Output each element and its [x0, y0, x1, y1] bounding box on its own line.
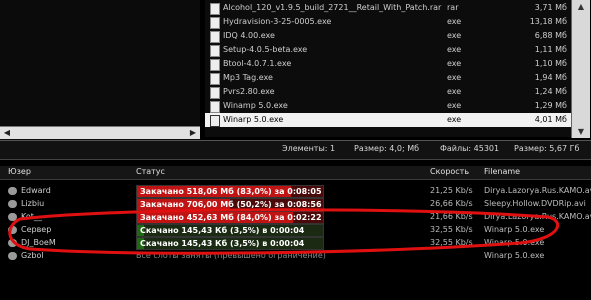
- file-ext: exe: [447, 31, 462, 40]
- status-bar: Элементы: 1 Размер: 4,0; Мб Файлы: 45301…: [0, 140, 591, 160]
- status-files: Файлы: 45301: [440, 144, 500, 153]
- column-status[interactable]: Статус: [136, 167, 165, 176]
- file-size: 1,24 Мб: [534, 87, 567, 96]
- annotation-ellipse: [8, 208, 560, 255]
- file-ext: exe: [447, 115, 462, 124]
- horizontal-scrollbar[interactable]: ◀ ▶: [0, 126, 200, 139]
- column-user[interactable]: Юзер: [8, 167, 31, 176]
- file-name: Hydravision-3-25-0005.exe: [223, 17, 332, 26]
- file-name: Btool-4.0.7.1.exe: [223, 59, 292, 68]
- file-size: 4,01 Мб: [534, 115, 567, 124]
- downloads-header: Юзер Статус Скорость Filename: [0, 166, 591, 180]
- file-ext: exe: [447, 59, 462, 68]
- file-icon: [210, 45, 220, 57]
- user-icon: [8, 186, 17, 195]
- file-row[interactable]: Setup-4.0.5-beta.exe exe 1,11 Мб: [205, 43, 571, 57]
- scroll-left-icon[interactable]: ◀: [2, 128, 12, 138]
- file-size: 1,11 Мб: [534, 45, 567, 54]
- file-ext: exe: [447, 45, 462, 54]
- status-total: Размер: 5,67 Гб: [514, 144, 580, 153]
- file-row[interactable]: Winamp 5.0.exe exe 1,29 Мб: [205, 99, 571, 113]
- left-panel: [0, 0, 200, 140]
- column-speed[interactable]: Скорость: [430, 167, 469, 176]
- file-row[interactable]: Pvrs2.80.exe exe 1,24 Мб: [205, 85, 571, 99]
- file-name: Alcohol_120_v1.9.5_build_2721__Retail_Wi…: [223, 3, 442, 12]
- status-size: Размер: 4,0; Мб: [354, 144, 420, 153]
- file-icon: [210, 115, 220, 127]
- file-ext: exe: [447, 101, 462, 110]
- file-size: 13,18 Мб: [529, 17, 567, 26]
- file-ext: exe: [447, 73, 462, 82]
- file-icon: [210, 73, 220, 85]
- file-name: Winarp 5.0.exe: [223, 115, 284, 124]
- file-ext: exe: [447, 17, 462, 26]
- file-icon: [210, 3, 220, 15]
- file-name: Pvrs2.80.exe: [223, 87, 275, 96]
- file-size: 1,94 Мб: [534, 73, 567, 82]
- file-icon: [210, 59, 220, 71]
- file-name: Winamp 5.0.exe: [223, 101, 288, 110]
- file-size: 6,88 Мб: [534, 31, 567, 40]
- scroll-right-icon[interactable]: ▶: [188, 128, 198, 138]
- speed-cell: 21,25 Kb/s: [430, 186, 473, 195]
- user-cell: Edward: [8, 184, 51, 197]
- file-list: Alcohol_120_v1.9.5_build_2721__Retail_Wi…: [205, 0, 571, 137]
- file-name: Mp3 Tag.exe: [223, 73, 273, 82]
- file-size: 1,10 Мб: [534, 59, 567, 68]
- file-icon: [210, 87, 220, 99]
- file-icon: [210, 31, 220, 43]
- file-name: Setup-4.0.5-beta.exe: [223, 45, 308, 54]
- file-name: IDQ 4.00.exe: [223, 31, 275, 40]
- file-row[interactable]: IDQ 4.00.exe exe 6,88 Мб: [205, 29, 571, 43]
- file-row[interactable]: Hydravision-3-25-0005.exe exe 13,18 Мб: [205, 15, 571, 29]
- download-row[interactable]: Edward Закачано 518,06 Мб (83,0%) за 0:08…: [0, 184, 591, 198]
- filename-cell: Dirya.Lazorya.Rus.KAMO.avi: [484, 186, 591, 195]
- status-elements: Элементы: 1: [282, 144, 336, 153]
- file-icon: [210, 17, 220, 29]
- file-ext: rar: [447, 3, 459, 12]
- user-name: Edward: [21, 186, 51, 195]
- file-row[interactable]: Winarp 5.0.exe exe 4,01 Мб: [205, 113, 571, 127]
- file-size: 1,29 Мб: [534, 101, 567, 110]
- scroll-down-icon[interactable]: ▼: [575, 127, 587, 136]
- progress-text: Закачано 518,06 Мб (83,0%) за 0:08:05: [140, 187, 322, 196]
- file-size: 3,71 Мб: [534, 3, 567, 12]
- file-icon: [210, 101, 220, 113]
- vertical-scrollbar[interactable]: ▲ ▼: [571, 0, 590, 138]
- scroll-up-icon[interactable]: ▲: [575, 2, 587, 11]
- file-ext: exe: [447, 87, 462, 96]
- file-row[interactable]: Btool-4.0.7.1.exe exe 1,10 Мб: [205, 57, 571, 71]
- file-row[interactable]: Mp3 Tag.exe exe 1,94 Мб: [205, 71, 571, 85]
- file-row[interactable]: Alcohol_120_v1.9.5_build_2721__Retail_Wi…: [205, 1, 571, 15]
- column-filename[interactable]: Filename: [484, 167, 520, 176]
